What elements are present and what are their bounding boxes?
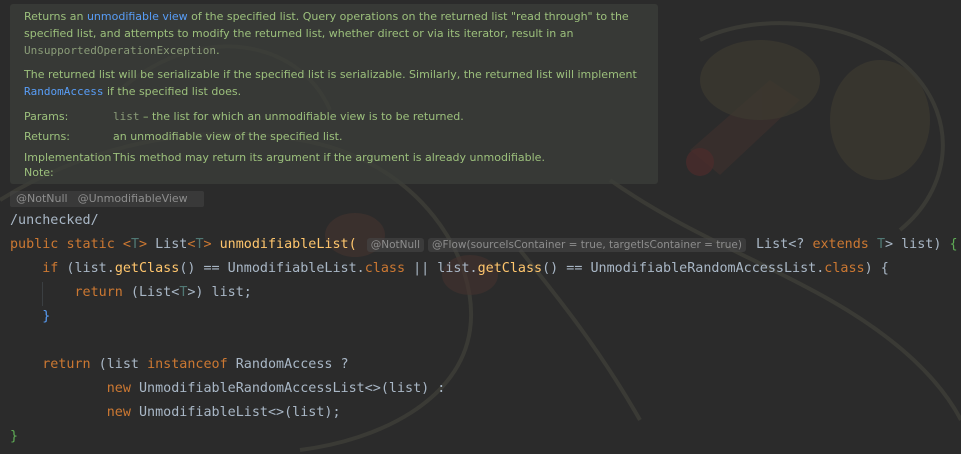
open-paren: ( <box>348 237 357 252</box>
external-annotations-hint[interactable]: @NotNull @UnmodifiableView <box>10 191 204 207</box>
keyword-return: return <box>74 285 123 300</box>
generic-close: > <box>139 237 148 252</box>
code-line-close-if: } <box>10 305 958 329</box>
method-name[interactable]: unmodifiableList <box>220 237 349 252</box>
if-expr: () == UnmodifiableList. <box>179 261 365 276</box>
param-decl: > list) <box>885 237 950 252</box>
keyword-new: new <box>106 381 131 396</box>
method-open-brace: { <box>949 237 958 252</box>
if-expr: (list. <box>58 261 115 276</box>
generic-open: < <box>122 237 131 252</box>
code-line-new-unmodifiable: new UnmodifiableList<>(list); <box>10 401 958 425</box>
notnull-param-hint[interactable]: @NotNull <box>366 238 424 252</box>
keyword-class: class <box>824 261 865 276</box>
type-param: T <box>876 237 885 252</box>
if-expr: ) { <box>864 261 889 276</box>
param-description: – the list for which an unmodifiable vie… <box>139 110 464 123</box>
unmodifiable-view-link[interactable]: unmodifiable view <box>87 10 188 23</box>
params-row: Params: list – the list for which an unm… <box>24 107 644 127</box>
code-line-comment: /unchecked/ <box>10 209 958 233</box>
return-expr: RandomAccess ? <box>227 357 349 372</box>
param-name-code: list <box>113 110 140 123</box>
keyword-if: if <box>42 261 59 276</box>
generic-close: > <box>203 237 212 252</box>
return-expr: >) list; <box>187 285 252 300</box>
keyword-static: static <box>66 237 115 252</box>
doc-serializable-note: The returned list will be serializable i… <box>24 66 644 100</box>
random-access-link[interactable]: RandomAccess <box>24 85 103 98</box>
return-type: List <box>155 237 188 252</box>
flow-param-hint[interactable]: @Flow(sourceIsContainer = true, targetIs… <box>428 238 746 252</box>
new-expr: UnmodifiableList<>(list); <box>130 405 341 420</box>
doc-text: . <box>216 44 220 57</box>
if-close-brace: } <box>42 309 51 324</box>
code-line-signature: public static <T> List<T> unmodifiableLi… <box>10 233 958 257</box>
param-type: List <box>756 237 789 252</box>
keyword-new: new <box>106 405 131 420</box>
code-line-return-ternary: return (list instanceof RandomAccess ? <box>10 353 958 377</box>
code-line-if: if (list.getClass() == UnmodifiableList.… <box>10 257 958 281</box>
keyword-class: class <box>364 261 406 276</box>
impl-note-value: This method may return its argument if t… <box>113 151 545 164</box>
code-line-close-method: } <box>10 425 958 449</box>
getclass-call: getClass <box>114 261 180 276</box>
doc-description: Returns an unmodifiable view of the spec… <box>24 8 644 59</box>
return-expr: (List< <box>122 285 180 300</box>
keyword-public: public <box>10 237 59 252</box>
wildcard: <? <box>788 237 813 252</box>
unmodifiable-view-annotation[interactable]: @UnmodifiableView <box>78 192 188 205</box>
exception-code-ref: UnsupportedOperationException <box>24 44 217 57</box>
doc-text: if the specified list does. <box>103 85 242 98</box>
impl-label-line2: Note: <box>24 166 54 179</box>
if-expr: () == UnmodifiableRandomAccessList. <box>542 261 825 276</box>
impl-note-row: Implementation Note: This method may retu… <box>24 150 644 180</box>
code-editor[interactable]: /unchecked/ public static <T> List<T> un… <box>10 209 958 449</box>
code-line-return-cast: return (List<T>) list; <box>10 281 958 305</box>
if-expr: || list. <box>405 261 478 276</box>
returns-row: Returns: an unmodifiable view of the spe… <box>24 127 644 147</box>
keyword-instanceof: instanceof <box>147 357 228 372</box>
type-param: T <box>195 237 204 252</box>
quick-documentation-popup: Returns an unmodifiable view of the spec… <box>10 4 658 184</box>
returns-value: an unmodifiable view of the specified li… <box>113 130 343 143</box>
code-line-new-random-access: new UnmodifiableRandomAccessList<>(list)… <box>10 377 958 401</box>
params-value: list – the list for which an unmodifiabl… <box>113 107 464 127</box>
doc-text: The returned list will be serializable i… <box>24 68 637 81</box>
notnull-annotation[interactable]: @NotNull <box>16 192 68 205</box>
keyword-return: return <box>42 357 91 372</box>
new-expr: UnmodifiableRandomAccessList<>(list) : <box>130 381 446 396</box>
getclass-call: getClass <box>477 261 543 276</box>
impl-label-line1: Implementation <box>24 151 112 164</box>
impl-note-label: Implementation Note: <box>24 150 113 180</box>
comment-text: /unchecked/ <box>10 213 99 228</box>
keyword-extends: extends <box>812 237 869 252</box>
params-label: Params: <box>24 110 69 123</box>
method-close-brace: } <box>10 429 19 444</box>
return-expr: (list <box>90 357 148 372</box>
type-param: T <box>130 237 139 252</box>
doc-text: Returns an <box>24 10 87 23</box>
returns-label: Returns: <box>24 130 70 143</box>
